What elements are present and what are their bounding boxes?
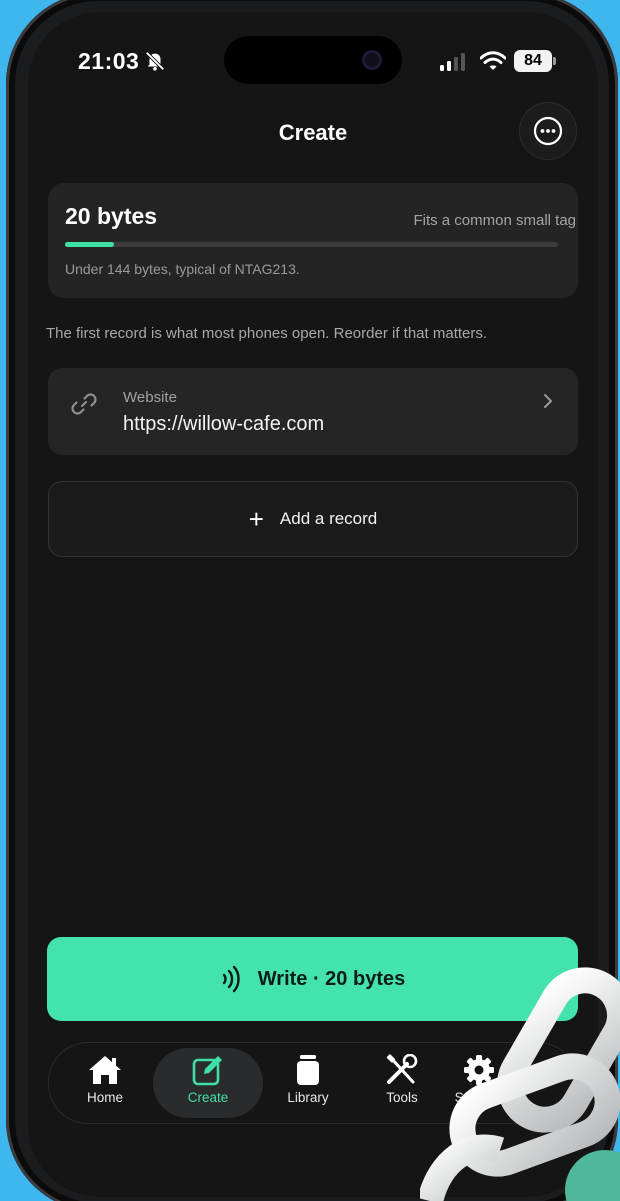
- more-options-button[interactable]: [519, 102, 577, 160]
- write-button-label: Write · 20 bytes: [257, 967, 406, 990]
- capacity-progress-bar: [65, 242, 558, 247]
- tab-create[interactable]: Create: [153, 1048, 263, 1118]
- plus-icon: +: [248, 504, 264, 534]
- cellular-signal-icon: [440, 52, 470, 77]
- tab-home[interactable]: Home: [55, 1048, 155, 1118]
- record-order-hint: The first record is what most phones ope…: [46, 325, 488, 342]
- tag-fit-label: Fits a common small tag: [413, 212, 576, 229]
- tab-label: Home: [86, 1090, 123, 1105]
- record-item-website[interactable]: [48, 368, 578, 455]
- capacity-note: Under 144 bytes, typical of NTAG213.: [65, 261, 300, 277]
- chevron-right-icon: [542, 392, 554, 415]
- status-time: 21:03: [78, 48, 140, 74]
- ellipsis-circle-icon: [533, 116, 563, 146]
- record-value: https://willow-cafe.com: [123, 413, 325, 435]
- add-record-button[interactable]: + Add a record: [48, 481, 578, 557]
- tab-label: Tools: [386, 1090, 418, 1105]
- home-icon: [89, 1056, 121, 1084]
- add-record-label: Add a record: [279, 509, 378, 528]
- bell-slash-icon: [144, 50, 166, 77]
- tab-library[interactable]: Library: [258, 1048, 358, 1118]
- nfc-waves-icon: [222, 965, 240, 993]
- tools-icon: [386, 1054, 418, 1084]
- capacity-card: [48, 183, 578, 298]
- byte-count: 20 bytes: [65, 203, 158, 229]
- library-icon: [297, 1055, 319, 1085]
- link-icon: [70, 390, 98, 423]
- record-type-label: Website: [123, 389, 177, 406]
- camera-icon: [362, 50, 382, 70]
- tab-label: Library: [287, 1090, 329, 1105]
- dynamic-island: [224, 36, 402, 84]
- wifi-icon: [479, 50, 507, 77]
- battery-indicator: 84: [514, 50, 556, 72]
- page-title: Create: [278, 120, 348, 145]
- tab-label: Create: [187, 1090, 229, 1105]
- edit-icon: [192, 1056, 222, 1086]
- capacity-progress-fill: [65, 242, 115, 247]
- chain-link-decoration: [420, 967, 620, 1201]
